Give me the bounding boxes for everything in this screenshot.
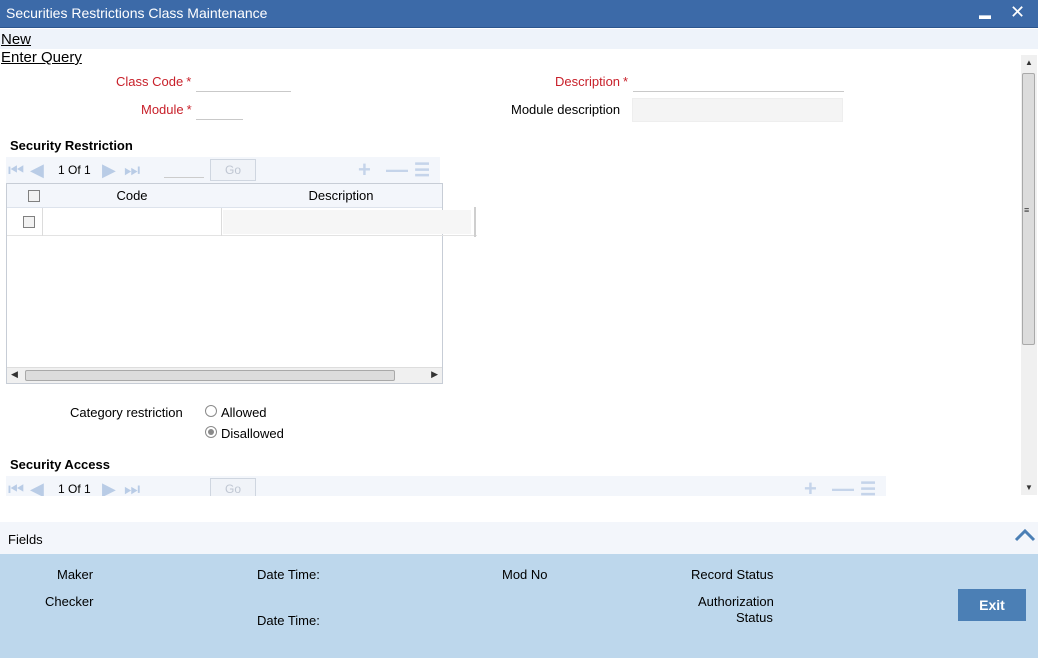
scroll-left-icon[interactable]: ◀ — [11, 369, 18, 380]
go-button[interactable]: Go — [210, 159, 256, 181]
new-link[interactable]: New — [1, 31, 31, 48]
column-header-code[interactable]: Code — [43, 188, 221, 203]
exit-button[interactable]: Exit — [958, 589, 1026, 621]
fields-label[interactable]: Fields — [8, 532, 43, 547]
delete-row-icon[interactable]: — — [386, 159, 408, 181]
mod-no-label: Mod No — [502, 567, 548, 582]
module-input[interactable] — [196, 102, 243, 120]
allowed-radio[interactable] — [205, 405, 217, 417]
pager-text: 1 Of 1 — [58, 482, 91, 496]
checker-label: Checker — [45, 594, 94, 609]
class-code-input[interactable] — [196, 74, 291, 92]
maker-label: Maker — [57, 567, 94, 582]
security-restriction-title: Security Restriction — [10, 138, 133, 153]
module-description-label: Module description — [511, 102, 621, 117]
last-page-icon[interactable]: ⏭ — [124, 161, 140, 179]
authorization-status-label: Status — [736, 610, 773, 625]
description-input[interactable] — [633, 74, 844, 92]
form-vertical-scrollbar[interactable]: ▲ ≡ ▼ — [1021, 55, 1037, 495]
menu-strip — [0, 29, 1038, 49]
title-bar: Securities Restrictions Class Maintenanc… — [0, 0, 1038, 28]
security-access-navbar: ⏮ ◀ 1 Of 1 ▶ ⏭ Go + — ☰ — [6, 476, 886, 496]
collapse-chevron-icon[interactable] — [1014, 528, 1036, 542]
next-page-icon[interactable]: ▶ — [102, 161, 116, 179]
add-row-icon[interactable]: + — [358, 159, 371, 181]
module-description-field — [632, 98, 843, 122]
prev-page-icon[interactable]: ◀ — [30, 161, 44, 179]
security-access-title: Security Access — [10, 457, 110, 472]
allowed-label: Allowed — [221, 405, 267, 420]
close-icon[interactable]: ✕ — [1010, 2, 1025, 22]
table-row — [7, 208, 477, 236]
grid-horizontal-scrollbar[interactable]: ◀ ▶ — [7, 367, 442, 383]
main-form: Class Code * Module * Description * Module … — [0, 50, 1020, 496]
delete-row-icon[interactable]: — — [832, 478, 854, 497]
scroll-thumb[interactable] — [25, 370, 395, 381]
pager-text: 1 Of 1 — [58, 163, 91, 177]
single-view-icon[interactable]: ☰ — [860, 478, 876, 496]
column-header-description[interactable]: Description — [221, 188, 461, 203]
disallowed-radio[interactable] — [205, 426, 217, 438]
grid-header: Code Description — [7, 184, 442, 208]
first-page-icon[interactable]: ⏮ — [8, 161, 24, 179]
first-page-icon[interactable]: ⏮ — [8, 480, 24, 496]
security-restriction-grid: Code Description ◀ ▶ — [6, 183, 477, 384]
row-checkbox[interactable] — [23, 216, 35, 228]
module-label: Module * — [141, 102, 192, 117]
maker-date-time-label: Date Time: — [257, 567, 320, 582]
next-page-icon[interactable]: ▶ — [102, 480, 116, 496]
authorization-label: Authorization — [698, 594, 774, 609]
single-view-icon[interactable]: ☰ — [414, 159, 430, 181]
select-all-checkbox[interactable] — [28, 190, 40, 202]
add-row-icon[interactable]: + — [804, 478, 817, 497]
security-restriction-navbar: ⏮ ◀ 1 Of 1 ▶ ⏭ Go + — ☰ — [6, 157, 440, 183]
audit-footer: Maker Checker Date Time: Date Time: Mod … — [0, 554, 1038, 658]
page-number-input[interactable] — [164, 177, 204, 178]
go-button[interactable]: Go — [210, 478, 256, 496]
row-description-input[interactable] — [223, 210, 471, 234]
class-code-label: Class Code * — [116, 74, 192, 89]
fields-bar: Fields — [0, 522, 1038, 554]
scroll-grip-icon: ≡ — [1024, 205, 1030, 215]
disallowed-label: Disallowed — [221, 426, 284, 441]
description-label: Description * — [555, 74, 629, 89]
category-restriction-label: Category restriction — [70, 405, 183, 420]
record-status-label: Record Status — [691, 567, 774, 582]
scroll-right-icon[interactable]: ▶ — [431, 369, 438, 380]
checker-date-time-label: Date Time: — [257, 613, 320, 628]
scroll-up-icon[interactable]: ▲ — [1025, 58, 1033, 67]
prev-page-icon[interactable]: ◀ — [30, 480, 44, 496]
scroll-down-icon[interactable]: ▼ — [1025, 483, 1033, 492]
row-code-input[interactable] — [43, 210, 219, 234]
window-title: Securities Restrictions Class Maintenanc… — [6, 5, 268, 21]
last-page-icon[interactable]: ⏭ — [124, 480, 140, 496]
minimize-icon[interactable]: ▬ — [979, 5, 991, 25]
